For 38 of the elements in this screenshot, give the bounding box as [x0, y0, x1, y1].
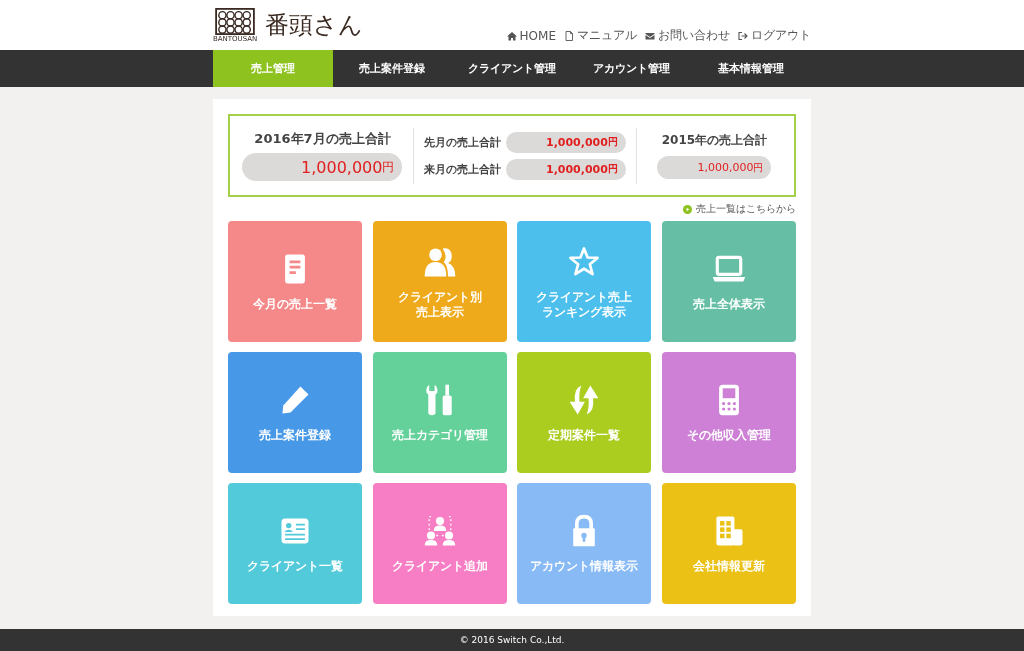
menu-tile[interactable]: 定期案件一覧	[517, 352, 652, 473]
menu-tile[interactable]: 今月の売上一覧	[228, 221, 362, 342]
amount-pill: 1,000,000円	[657, 156, 772, 179]
logout-icon	[738, 30, 748, 41]
amount-pill: 1,000,000円	[242, 153, 403, 181]
document-icon	[564, 30, 574, 41]
summary-label: 2015年の売上合計	[661, 132, 768, 149]
header-link[interactable]: HOME	[506, 27, 556, 44]
nav-tab[interactable]: アカウント管理	[571, 50, 692, 87]
header-link[interactable]: ログアウト	[738, 27, 811, 44]
sales-list-link[interactable]: 売上一覧はこちらから	[696, 202, 796, 216]
summary-label: 来月の売上合計	[423, 161, 502, 177]
envelope-icon	[645, 30, 655, 41]
amount-pill: 1,000,000円	[505, 131, 626, 153]
nav-tab[interactable]: 売上案件登録	[332, 50, 453, 87]
summary-label: 先月の売上合計	[423, 134, 502, 150]
header-link[interactable]: お問い合わせ	[645, 27, 730, 44]
nav-tab[interactable]: クライアント管理	[452, 50, 572, 87]
menu-tile[interactable]: 会社情報更新	[661, 483, 796, 604]
menu-tile[interactable]: クライアント一覧	[228, 483, 362, 604]
header-link[interactable]: マニュアル	[564, 27, 637, 44]
logo-text: 番頭さん	[265, 10, 364, 41]
menu-tile[interactable]: アカウント情報表示	[517, 483, 652, 604]
menu-tile[interactable]: 売上全体表示	[661, 221, 796, 342]
nav-tab[interactable]: 売上管理	[213, 50, 333, 87]
nav-tab[interactable]: 基本情報管理	[691, 50, 811, 87]
logo-icon	[215, 7, 256, 35]
amount-pill: 1,000,000円	[505, 158, 626, 180]
copyright-text: © 2016 Switch Co.,Ltd.	[459, 635, 565, 645]
menu-tile[interactable]: クライアント別 売上表示	[372, 221, 507, 342]
summary-label: 2016年7月の売上合計	[254, 130, 391, 148]
menu-tile[interactable]: クライアント売上 ランキング表示	[517, 221, 652, 342]
menu-tile[interactable]: クライアント追加	[372, 483, 507, 604]
play-icon	[683, 204, 692, 214]
menu-tile[interactable]: 売上カテゴリ管理	[372, 352, 507, 473]
menu-tile[interactable]: その他収入管理	[661, 352, 796, 473]
menu-tile[interactable]: 売上案件登録	[228, 352, 362, 473]
home-icon	[506, 30, 517, 41]
